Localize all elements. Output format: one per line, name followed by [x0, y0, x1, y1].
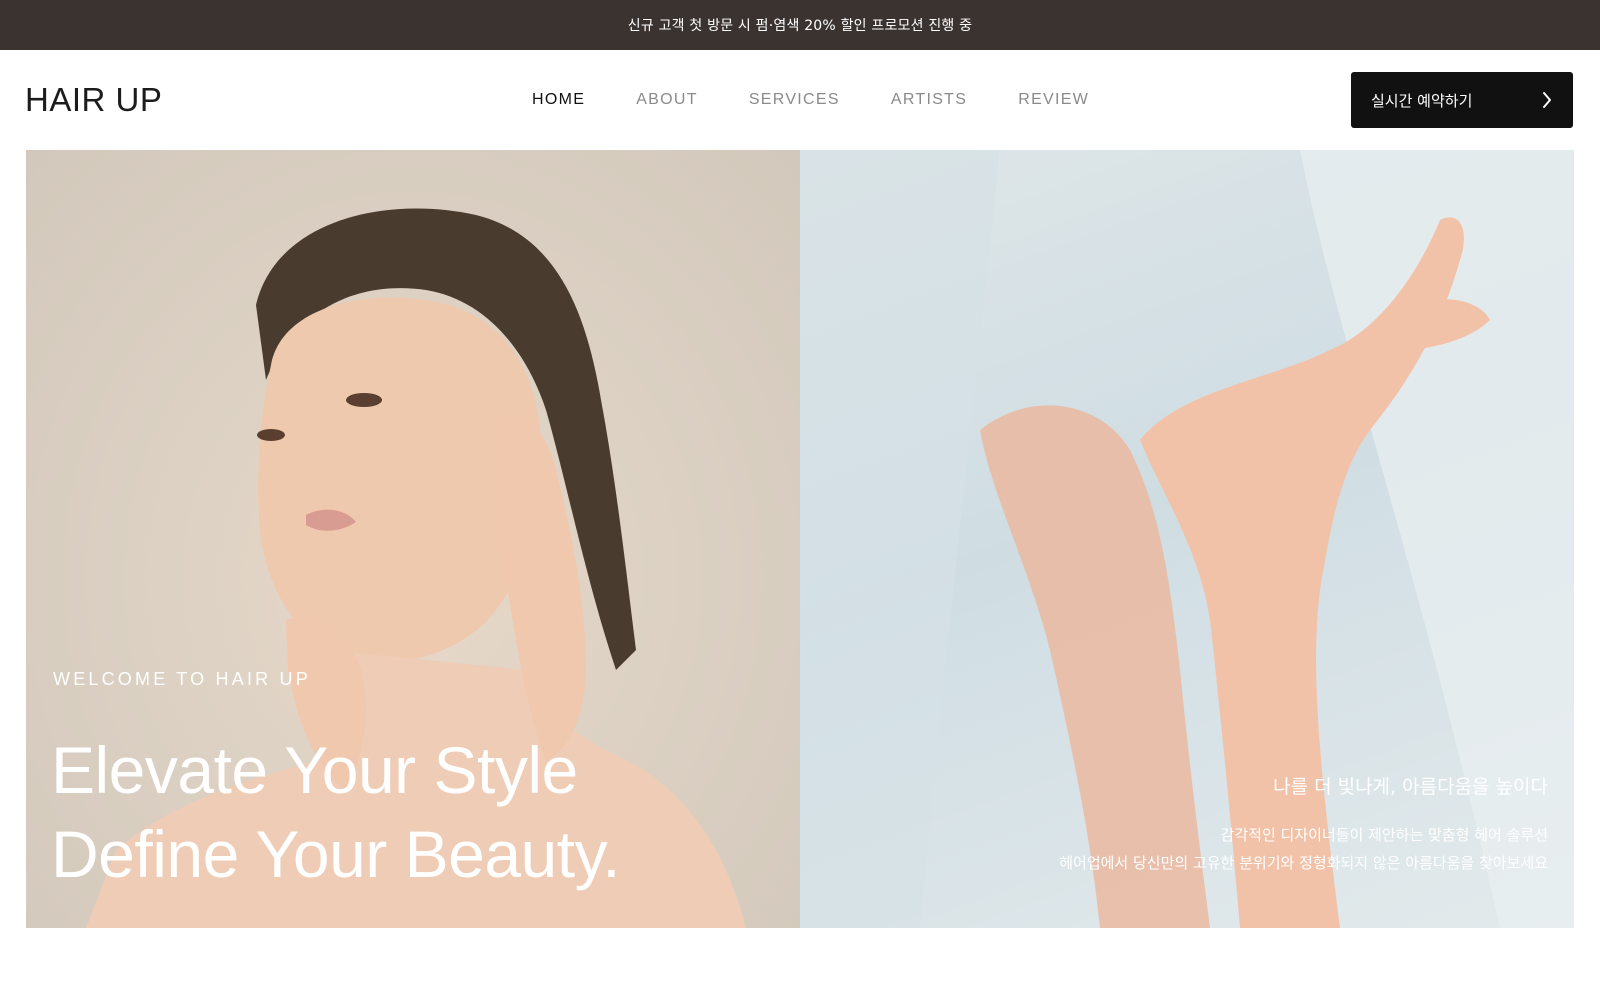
- main-nav: HOME ABOUT SERVICES ARTISTS REVIEW: [532, 88, 1140, 112]
- site-header: HAIR UP HOME ABOUT SERVICES ARTISTS REVI…: [0, 50, 1600, 150]
- logo[interactable]: HAIR UP: [25, 80, 162, 120]
- hero-right-panel: 나를 더 빛나게, 아름다움을 높이다 감각적인 디자이너들이 제안하는 맞춤형…: [800, 150, 1574, 928]
- hero-description: 감각적인 디자이너들이 제안하는 맞춤형 헤어 솔루션 헤어업에서 당신만의 고…: [1059, 821, 1548, 877]
- nav-item-review[interactable]: REVIEW: [1018, 88, 1089, 112]
- reserve-button[interactable]: 실시간 예약하기: [1351, 72, 1573, 128]
- hero-section: WELCOME TO HAIR UP Elevate Your Style De…: [26, 150, 1574, 928]
- headline-line-2: Define Your Beauty.: [51, 817, 621, 891]
- nav-item-about[interactable]: ABOUT: [636, 88, 698, 112]
- nav-item-services[interactable]: SERVICES: [749, 88, 840, 112]
- hero-headline: Elevate Your Style Define Your Beauty.: [51, 728, 621, 896]
- promo-text: 신규 고객 첫 방문 시 펌·염색 20% 할인 프로모션 진행 중: [627, 18, 973, 34]
- headline-line-1: Elevate Your Style: [51, 733, 578, 807]
- description-line-2: 헤어업에서 당신만의 고유한 분위기와 정형화되지 않은 아름다움을 찾아보세요: [1059, 854, 1548, 872]
- hero-left-panel: WELCOME TO HAIR UP Elevate Your Style De…: [26, 150, 800, 928]
- welcome-text: WELCOME TO HAIR UP: [53, 669, 311, 689]
- description-line-1: 감각적인 디자이너들이 제안하는 맞춤형 헤어 솔루션: [1220, 826, 1548, 844]
- hero-copy-right: 나를 더 빛나게, 아름다움을 높이다 감각적인 디자이너들이 제안하는 맞춤형…: [1059, 772, 1548, 877]
- promo-banner: 신규 고객 첫 방문 시 펌·염색 20% 할인 프로모션 진행 중: [0, 0, 1600, 50]
- hero-tagline: 나를 더 빛나게, 아름다움을 높이다: [1273, 776, 1548, 798]
- reserve-button-label: 실시간 예약하기: [1371, 91, 1473, 110]
- nav-item-home[interactable]: HOME: [532, 88, 585, 112]
- chevron-right-icon: [1541, 91, 1553, 109]
- nav-item-artists[interactable]: ARTISTS: [891, 88, 967, 112]
